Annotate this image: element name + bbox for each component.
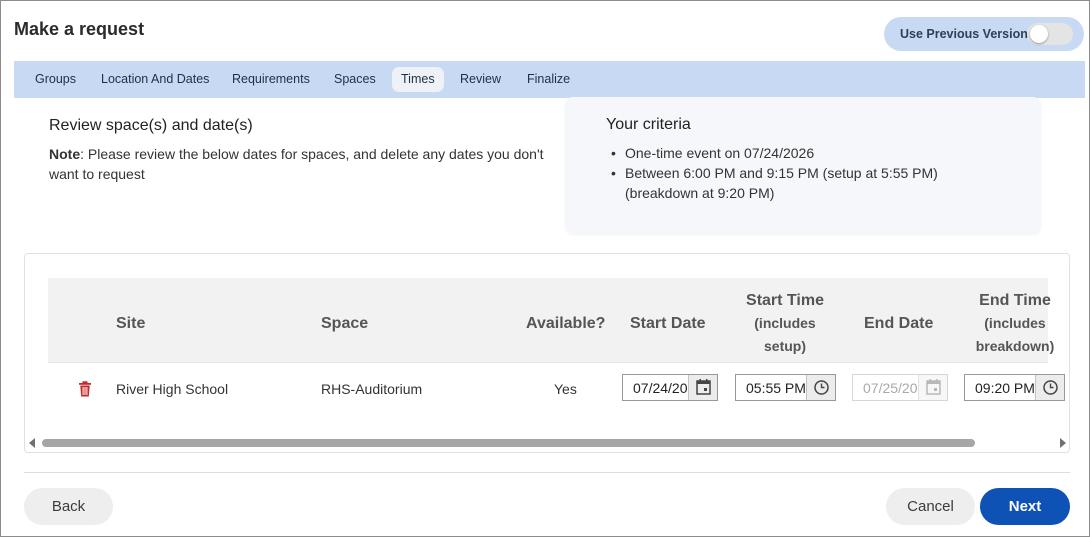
criteria-panel: Your criteria One-time event on 07/24/20… <box>565 97 1041 234</box>
cell-space: RHS-Auditorium <box>321 381 423 397</box>
start-time-note: setup) <box>764 338 806 354</box>
use-previous-version-toggle[interactable]: Use Previous Version <box>884 17 1084 51</box>
requests-table: Site Space Available? Start Date Start T… <box>24 253 1070 453</box>
cancel-button[interactable]: Cancel <box>886 488 975 525</box>
column-header-available: Available? <box>526 315 606 332</box>
clock-icon <box>814 380 829 395</box>
back-button[interactable]: Back <box>24 488 113 525</box>
scrollbar-thumb[interactable] <box>42 439 975 447</box>
toggle-label: Use Previous Version <box>900 27 1028 41</box>
end-time-label: End Time <box>979 292 1051 309</box>
cell-site: River High School <box>116 381 229 397</box>
column-header-start-time: Start Time (includes setup) <box>735 289 835 358</box>
column-header-start-date: Start Date <box>630 315 706 332</box>
end-time-picker-button[interactable] <box>1035 375 1064 400</box>
calendar-icon <box>696 379 711 395</box>
end-time-input[interactable]: 09:20 PM <box>964 374 1065 401</box>
step-tab-bar: Groups Location And Dates Requirements S… <box>14 61 1085 98</box>
note-text: : Please review the below dates for spac… <box>49 146 544 182</box>
page-title: Make a request <box>14 19 145 39</box>
criteria-item: Between 6:00 PM and 9:15 PM (setup at 5:… <box>611 163 1011 203</box>
end-time-note: breakdown) <box>975 338 1055 354</box>
start-date-picker-button[interactable] <box>688 375 717 400</box>
column-header-space: Space <box>321 315 369 332</box>
tab-spaces[interactable]: Spaces <box>325 67 385 92</box>
start-time-picker-button[interactable] <box>806 375 835 400</box>
scroll-left-arrow[interactable] <box>29 438 35 448</box>
tab-requirements[interactable]: Requirements <box>223 67 319 92</box>
end-date-input: 07/25/2026 <box>852 374 948 401</box>
review-section-title: Review space(s) and date(s) <box>49 117 253 134</box>
clock-icon <box>1043 380 1058 395</box>
end-date-value: 07/25/2026 <box>863 380 918 396</box>
end-time-value: 09:20 PM <box>975 380 1035 396</box>
tab-groups[interactable]: Groups <box>26 67 85 92</box>
horizontal-scrollbar[interactable] <box>25 436 1069 450</box>
start-time-input[interactable]: 05:55 PM <box>735 374 836 401</box>
start-date-input[interactable]: 07/24/2026 <box>622 374 718 401</box>
criteria-title: Your criteria <box>606 116 691 133</box>
column-header-site: Site <box>116 315 146 332</box>
criteria-item: One-time event on 07/24/2026 <box>611 143 1011 163</box>
review-note: Note: Please review the below dates for … <box>49 144 549 184</box>
column-header-end-time: End Time (includes breakdown) <box>965 289 1065 358</box>
next-button[interactable]: Next <box>980 488 1070 525</box>
note-label: Note <box>49 146 81 162</box>
toggle-knob <box>1030 25 1048 43</box>
calendar-icon <box>926 379 941 395</box>
row-divider <box>48 362 1048 363</box>
tab-finalize[interactable]: Finalize <box>518 67 579 92</box>
footer-divider <box>24 472 1070 473</box>
tab-review[interactable]: Review <box>451 67 510 92</box>
end-date-picker-button <box>918 375 947 400</box>
toggle-switch[interactable] <box>1027 23 1073 45</box>
tab-location-and-dates[interactable]: Location And Dates <box>92 67 218 92</box>
start-date-value: 07/24/2026 <box>633 380 688 396</box>
trash-icon[interactable] <box>78 381 92 397</box>
start-time-note: (includes <box>754 315 816 331</box>
cell-available: Yes <box>554 381 577 397</box>
start-time-value: 05:55 PM <box>746 380 806 396</box>
column-header-end-date: End Date <box>864 315 934 332</box>
criteria-list: One-time event on 07/24/2026 Between 6:0… <box>611 143 1011 203</box>
scroll-right-arrow[interactable] <box>1060 438 1066 448</box>
tab-times[interactable]: Times <box>392 67 444 92</box>
end-time-note: (includes <box>984 315 1046 331</box>
start-time-label: Start Time <box>746 292 824 309</box>
